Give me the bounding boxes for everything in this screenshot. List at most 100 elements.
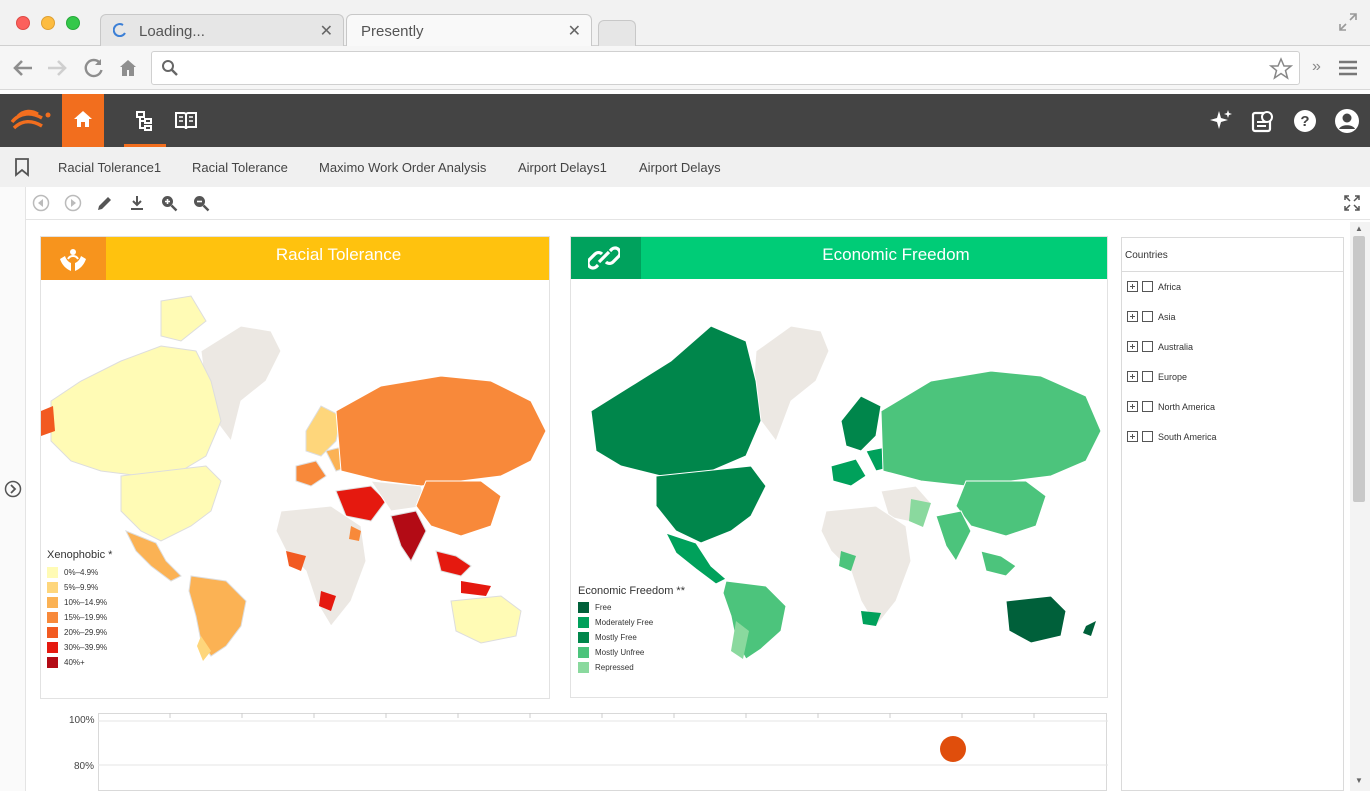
legend-item[interactable]: Free xyxy=(578,602,611,613)
home-button[interactable] xyxy=(62,94,104,147)
home-icon[interactable] xyxy=(117,57,139,79)
zoom-in-icon[interactable] xyxy=(160,194,178,212)
expand-panel-icon[interactable] xyxy=(4,480,22,498)
star-bookmark-icon[interactable] xyxy=(1269,57,1293,81)
forward-arrow-icon[interactable] xyxy=(46,58,68,78)
expand-plus-icon[interactable] xyxy=(1127,401,1138,412)
tab-title: Loading... xyxy=(139,23,205,40)
world-map-racial-tolerance[interactable] xyxy=(41,281,550,661)
panel-title-bar: Racial Tolerance xyxy=(106,237,549,280)
expand-plus-icon[interactable] xyxy=(1127,281,1138,292)
legend-label: Moderately Free xyxy=(595,618,654,627)
data-point[interactable] xyxy=(940,736,966,762)
tree-item[interactable]: Africa xyxy=(1127,281,1181,292)
world-map-economic-freedom[interactable] xyxy=(571,281,1108,661)
legend-item[interactable]: Repressed xyxy=(578,662,634,673)
zoom-out-icon[interactable] xyxy=(192,194,210,212)
tree-item-label: South America xyxy=(1158,431,1217,442)
legend-swatch xyxy=(47,567,58,578)
legend-item[interactable]: 20%–29.9% xyxy=(47,627,107,638)
checkbox[interactable] xyxy=(1142,341,1153,352)
expand-plus-icon[interactable] xyxy=(1127,431,1138,442)
help-icon[interactable]: ? xyxy=(1292,108,1318,134)
home-icon xyxy=(74,111,92,127)
legend-swatch xyxy=(578,602,589,613)
vertical-scrollbar[interactable]: ▲ ▼ xyxy=(1350,222,1370,791)
legend-item[interactable]: Mostly Free xyxy=(578,632,637,643)
tree-item[interactable]: Australia xyxy=(1127,341,1193,352)
back-arrow-icon[interactable] xyxy=(12,58,34,78)
legend-label: 20%–29.9% xyxy=(64,628,108,637)
dashboard-settings-icon[interactable] xyxy=(1250,108,1276,134)
checkbox[interactable] xyxy=(1142,311,1153,322)
bookmark-icon[interactable] xyxy=(13,157,31,177)
tree-item[interactable]: South America xyxy=(1127,431,1217,442)
reload-icon[interactable] xyxy=(83,57,105,79)
legend-label: Free xyxy=(595,603,612,612)
repository-tree-icon[interactable] xyxy=(133,108,159,134)
book-icon[interactable] xyxy=(173,108,199,134)
tree-item[interactable]: North America xyxy=(1127,401,1215,412)
panel-title-bar: Economic Freedom xyxy=(641,237,1107,279)
sparkle-icon[interactable] xyxy=(1208,108,1234,134)
user-account-icon[interactable] xyxy=(1334,108,1360,134)
scrollbar-thumb[interactable] xyxy=(1353,236,1365,502)
legend-swatch xyxy=(47,597,58,608)
edit-pencil-icon[interactable] xyxy=(96,194,114,212)
tree-item-label: Australia xyxy=(1158,341,1194,352)
tree-item[interactable]: Europe xyxy=(1127,371,1187,382)
legend-item[interactable]: 0%–4.9% xyxy=(47,567,98,578)
legend-item[interactable]: Moderately Free xyxy=(578,617,653,628)
browser-tab-presently[interactable]: Presently ✕ xyxy=(346,14,592,47)
legend-label: Mostly Unfree xyxy=(595,648,645,657)
scroll-down-arrow-icon[interactable]: ▼ xyxy=(1355,776,1363,785)
legend-item[interactable]: 5%–9.9% xyxy=(47,582,98,593)
extensions-overflow-icon[interactable]: » xyxy=(1312,58,1321,76)
tree-item-label: Asia xyxy=(1158,311,1176,322)
checkbox[interactable] xyxy=(1142,371,1153,382)
expand-plus-icon[interactable] xyxy=(1127,311,1138,322)
close-window-button[interactable] xyxy=(16,16,30,30)
bookmark-racial-tolerance1[interactable]: Racial Tolerance1 xyxy=(58,160,161,175)
previous-icon[interactable] xyxy=(32,194,50,212)
address-bar[interactable] xyxy=(151,51,1300,85)
panel-icon-box xyxy=(571,237,641,279)
chain-link-icon xyxy=(588,246,620,270)
checkbox[interactable] xyxy=(1142,281,1153,292)
legend-label: 30%–39.9% xyxy=(64,643,108,652)
fullscreen-icon[interactable] xyxy=(1338,12,1358,32)
next-icon[interactable] xyxy=(64,194,82,212)
bookmark-maximo-work-order-analysis[interactable]: Maximo Work Order Analysis xyxy=(319,160,486,175)
fullscreen-expand-icon[interactable] xyxy=(1343,194,1361,212)
tree-item[interactable]: Asia xyxy=(1127,311,1176,322)
checkbox[interactable] xyxy=(1142,401,1153,412)
legend-swatch xyxy=(578,647,589,658)
legend-label: 10%–14.9% xyxy=(64,598,108,607)
panel-header: Racial Tolerance xyxy=(41,237,549,280)
legend-item[interactable]: 15%–19.9% xyxy=(47,612,107,623)
tree-item-label: Europe xyxy=(1158,371,1188,382)
bookmark-racial-tolerance[interactable]: Racial Tolerance xyxy=(192,160,288,175)
bookmark-airport-delays1[interactable]: Airport Delays1 xyxy=(518,160,607,175)
browser-tab-loading[interactable]: Loading... ✕ xyxy=(100,14,344,46)
tree-item-label: Africa xyxy=(1158,281,1182,292)
legend-item[interactable]: Mostly Unfree xyxy=(578,647,644,658)
close-tab-icon[interactable]: ✕ xyxy=(320,21,333,41)
expand-plus-icon[interactable] xyxy=(1127,371,1138,382)
maximize-window-button[interactable] xyxy=(66,16,80,30)
bottom-chart: 100% 80% xyxy=(40,710,1108,791)
close-tab-icon[interactable]: ✕ xyxy=(568,21,581,41)
checkbox[interactable] xyxy=(1142,431,1153,442)
legend-item[interactable]: 10%–14.9% xyxy=(47,597,107,608)
menu-icon[interactable] xyxy=(1338,59,1358,77)
legend-item[interactable]: 30%–39.9% xyxy=(47,642,107,653)
left-rail xyxy=(0,187,26,791)
bookmark-airport-delays[interactable]: Airport Delays xyxy=(639,160,721,175)
expand-plus-icon[interactable] xyxy=(1127,341,1138,352)
legend-label: 5%–9.9% xyxy=(64,583,99,592)
download-icon[interactable] xyxy=(128,194,146,212)
scroll-up-arrow-icon[interactable]: ▲ xyxy=(1355,224,1363,233)
legend-item[interactable]: 40%+ xyxy=(47,657,85,668)
new-tab-button[interactable] xyxy=(598,20,636,46)
minimize-window-button[interactable] xyxy=(41,16,55,30)
